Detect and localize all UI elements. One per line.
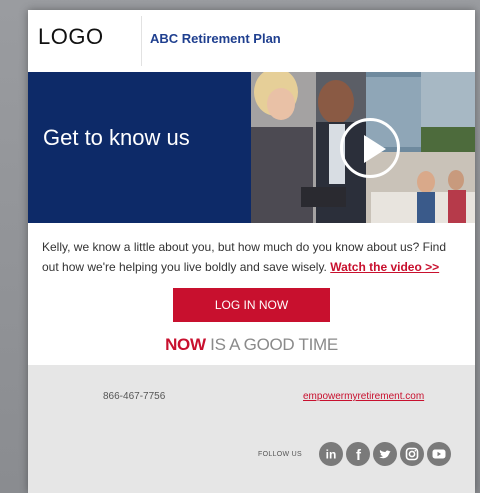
twitter-icon[interactable] (373, 442, 397, 466)
tagline: NOW IS A GOOD TIME (28, 335, 475, 355)
email-footer: 866-467-7756 empowermyretirement.com FOL… (28, 365, 475, 493)
plan-name: ABC Retirement Plan (150, 31, 281, 46)
follow-us-label: FOLLOW US (258, 451, 302, 458)
logo: LOGO (38, 24, 104, 49)
youtube-icon[interactable] (427, 442, 451, 466)
hero-title-panel: Get to know us (28, 72, 251, 223)
intro-message: Kelly, we know a little about you, but h… (42, 237, 462, 277)
play-video-button[interactable] (340, 118, 400, 178)
hero-title: Get to know us (43, 125, 190, 150)
instagram-icon[interactable] (400, 442, 424, 466)
log-in-now-button[interactable]: LOG IN NOW (173, 288, 330, 322)
email-frame: LOGO ABC Retirement Plan Get to know us (0, 0, 480, 493)
tagline-rest: IS A GOOD TIME (210, 335, 338, 354)
phone-number: 866-467-7756 (103, 391, 166, 402)
facebook-icon[interactable]: f (346, 442, 370, 466)
tagline-highlight: NOW (165, 335, 206, 354)
svg-text:f: f (356, 447, 362, 464)
play-icon (364, 135, 386, 163)
header-divider (141, 16, 142, 66)
email-card: LOGO ABC Retirement Plan Get to know us (28, 10, 475, 493)
watch-video-link[interactable]: Watch the video >> (330, 260, 439, 274)
website-link[interactable]: empowermyretirement.com (303, 391, 424, 402)
hero-banner: Get to know us (28, 72, 475, 223)
linkedin-icon[interactable]: in (319, 442, 343, 466)
email-header: LOGO ABC Retirement Plan (28, 10, 475, 72)
svg-text:in: in (326, 448, 337, 462)
